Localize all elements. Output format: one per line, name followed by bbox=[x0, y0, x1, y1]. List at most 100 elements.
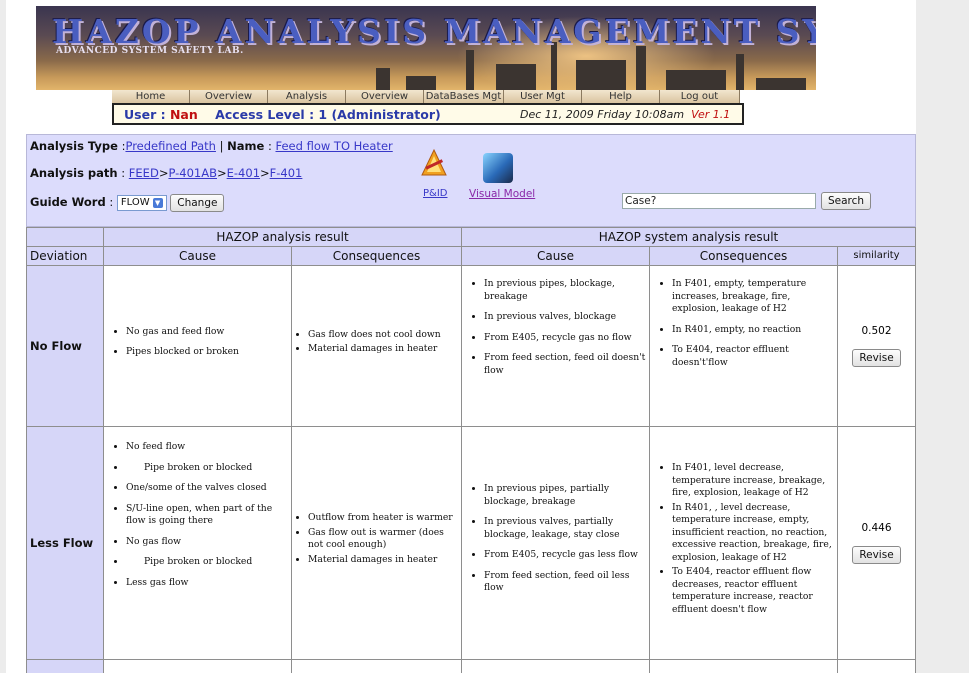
sys-consequences-cell: In F401, empty, temperature increases, b… bbox=[649, 265, 838, 427]
guide-word-label: Guide Word bbox=[30, 195, 106, 209]
sys-consequences-list: In F401, empty, temperature increases, b… bbox=[650, 278, 837, 369]
path-p401ab[interactable]: P-401AB bbox=[168, 166, 217, 180]
pid-link[interactable]: P&ID bbox=[423, 188, 447, 199]
revise-button[interactable]: Revise bbox=[852, 349, 901, 367]
nav-overview[interactable]: Overview bbox=[190, 90, 268, 103]
header-system-result: HAZOP system analysis result bbox=[461, 227, 916, 247]
cause-list: No gas and feed flow Pipes blocked or br… bbox=[104, 326, 239, 367]
nav-analysis[interactable]: Analysis bbox=[268, 90, 346, 103]
current-date: Dec 11, 2009 Friday 10:08am bbox=[520, 108, 685, 121]
col-similarity: similarity bbox=[837, 246, 916, 266]
path-feed[interactable]: FEED bbox=[129, 166, 159, 180]
table-cell bbox=[291, 659, 462, 673]
search-button[interactable]: Search bbox=[821, 192, 872, 210]
cause-cell: No gas and feed flow Pipes blocked or br… bbox=[103, 265, 292, 427]
analysis-path-label: Analysis path bbox=[30, 166, 118, 180]
list-item: In F401, empty, temperature increases, b… bbox=[672, 278, 837, 316]
guide-word-select[interactable]: FLOW ▼ bbox=[116, 194, 167, 211]
table-cell bbox=[461, 659, 650, 673]
deviation-less-flow: Less Flow bbox=[26, 426, 104, 660]
sys-cause-cell: In previous pipes, blockage, breakage In… bbox=[461, 265, 650, 427]
list-item: Gas flow does not cool down bbox=[308, 329, 441, 342]
col-sys-consequences: Consequences bbox=[649, 246, 838, 266]
consequences-cell: Outflow from heater is warmer Gas flow o… bbox=[291, 426, 462, 660]
list-item: From E405, recycle gas no flow bbox=[484, 332, 649, 345]
list-item: One/some of the valves closed bbox=[126, 482, 291, 495]
consequences-cell: Gas flow does not cool down Material dam… bbox=[291, 265, 462, 427]
user-name: Nan bbox=[169, 107, 198, 122]
version-label: Ver 1.1 bbox=[691, 108, 731, 121]
analysis-panel: Analysis Type :Predefined Path | Name : … bbox=[26, 134, 916, 227]
sys-consequences-cell: In F401, level decrease, temperature inc… bbox=[649, 426, 838, 660]
list-item: Material damages in heater bbox=[308, 554, 461, 567]
nav-overview-2[interactable]: Overview bbox=[346, 90, 424, 103]
cause-list: No feed flow Pipe broken or blocked One/… bbox=[104, 441, 291, 589]
analysis-type-link[interactable]: Predefined Path bbox=[125, 139, 215, 153]
list-item: Pipes blocked or broken bbox=[126, 346, 239, 359]
list-item: No gas flow bbox=[126, 536, 291, 549]
app-subtitle: ADVANCED SYSTEM SAFETY LAB. bbox=[56, 46, 244, 56]
sys-cause-list: In previous pipes, blockage, breakage In… bbox=[462, 278, 649, 377]
deviation-next-row bbox=[26, 659, 104, 673]
list-item: No feed flow bbox=[126, 441, 291, 454]
col-cause: Cause bbox=[103, 246, 292, 266]
list-item: In previous pipes, partially blockage, b… bbox=[484, 483, 649, 508]
list-item: Pipe broken or blocked bbox=[126, 556, 291, 569]
analysis-name-link[interactable]: Feed flow TO Heater bbox=[276, 139, 393, 153]
main-nav: Home Overview Analysis Overview DataBase… bbox=[112, 90, 740, 103]
visual-model-link[interactable]: Visual Model bbox=[469, 188, 535, 200]
datetime-version: Dec 11, 2009 Friday 10:08am Ver 1.1 bbox=[520, 108, 730, 121]
col-deviation: Deviation bbox=[26, 246, 104, 266]
sys-cause-list: In previous pipes, partially blockage, b… bbox=[462, 483, 649, 603]
user-access-text: User : Nan Access Level : 1 (Administrat… bbox=[124, 107, 441, 122]
list-item: In F401, level decrease, temperature inc… bbox=[672, 462, 837, 500]
user-label: User : bbox=[124, 107, 170, 122]
list-item: From feed section, feed oil less flow bbox=[484, 570, 649, 595]
nav-user-mgt[interactable]: User Mgt bbox=[504, 90, 582, 103]
list-item: In previous pipes, blockage, breakage bbox=[484, 278, 649, 303]
list-item: To E404, reactor effluent flow decreases… bbox=[672, 566, 837, 616]
analysis-type-label: Analysis Type bbox=[30, 139, 118, 153]
header-blank bbox=[26, 227, 104, 247]
list-item: To E404, reactor effluent doesn't'flow bbox=[672, 344, 837, 369]
path-e401[interactable]: E-401 bbox=[227, 166, 260, 180]
list-item: Pipe broken or blocked bbox=[126, 462, 291, 475]
table-cell bbox=[649, 659, 838, 673]
case-search-input[interactable]: Case? bbox=[622, 193, 816, 209]
table-cell bbox=[837, 659, 916, 673]
list-item: From E405, recycle gas less flow bbox=[484, 549, 649, 562]
list-item: Material damages in heater bbox=[308, 343, 441, 356]
consequences-list: Outflow from heater is warmer Gas flow o… bbox=[292, 512, 461, 574]
similarity-value: 0.502 bbox=[861, 325, 892, 337]
revise-button[interactable]: Revise bbox=[852, 546, 901, 564]
nav-home[interactable]: Home bbox=[112, 90, 190, 103]
list-item: In previous valves, blockage bbox=[484, 311, 649, 324]
guide-word-value: FLOW bbox=[120, 196, 150, 208]
nav-logout[interactable]: Log out bbox=[660, 90, 740, 103]
visual-model-icon[interactable] bbox=[483, 153, 513, 183]
list-item: S/U-line open, when part of the flow is … bbox=[126, 503, 291, 528]
pid-icon[interactable] bbox=[421, 149, 447, 177]
consequences-list: Gas flow does not cool down Material dam… bbox=[292, 329, 441, 364]
access-level: Access Level : 1 (Administrator) bbox=[215, 107, 441, 122]
path-f401[interactable]: F-401 bbox=[270, 166, 303, 180]
sys-consequences-list: In F401, level decrease, temperature inc… bbox=[650, 462, 837, 624]
guide-word-row: Guide Word : FLOW ▼ Change bbox=[30, 194, 225, 212]
similarity-cell: 0.502 Revise bbox=[837, 265, 916, 427]
cause-cell: No feed flow Pipe broken or blocked One/… bbox=[103, 426, 292, 660]
change-button[interactable]: Change bbox=[170, 194, 225, 212]
list-item: From feed section, feed oil doesn't flow bbox=[484, 352, 649, 377]
results-table: HAZOP analysis result HAZOP system analy… bbox=[26, 227, 916, 673]
col-consequences: Consequences bbox=[291, 246, 462, 266]
similarity-value: 0.446 bbox=[861, 522, 892, 534]
analysis-type-row: Analysis Type :Predefined Path | Name : … bbox=[30, 139, 393, 153]
nav-help[interactable]: Help bbox=[582, 90, 660, 103]
list-item: No gas and feed flow bbox=[126, 326, 239, 339]
list-item: Less gas flow bbox=[126, 577, 291, 590]
analysis-path-row: Analysis path : FEED>P-401AB>E-401>F-401 bbox=[30, 166, 303, 180]
header-banner: HAZOP ANALYSIS MANAGEMENT SYSTEM ADVANCE… bbox=[36, 6, 816, 90]
list-item: In previous valves, partially blockage, … bbox=[484, 516, 649, 541]
nav-databases-mgt[interactable]: DataBases Mgt bbox=[424, 90, 504, 103]
deviation-no-flow: No Flow bbox=[26, 265, 104, 427]
name-label: Name bbox=[227, 139, 265, 153]
